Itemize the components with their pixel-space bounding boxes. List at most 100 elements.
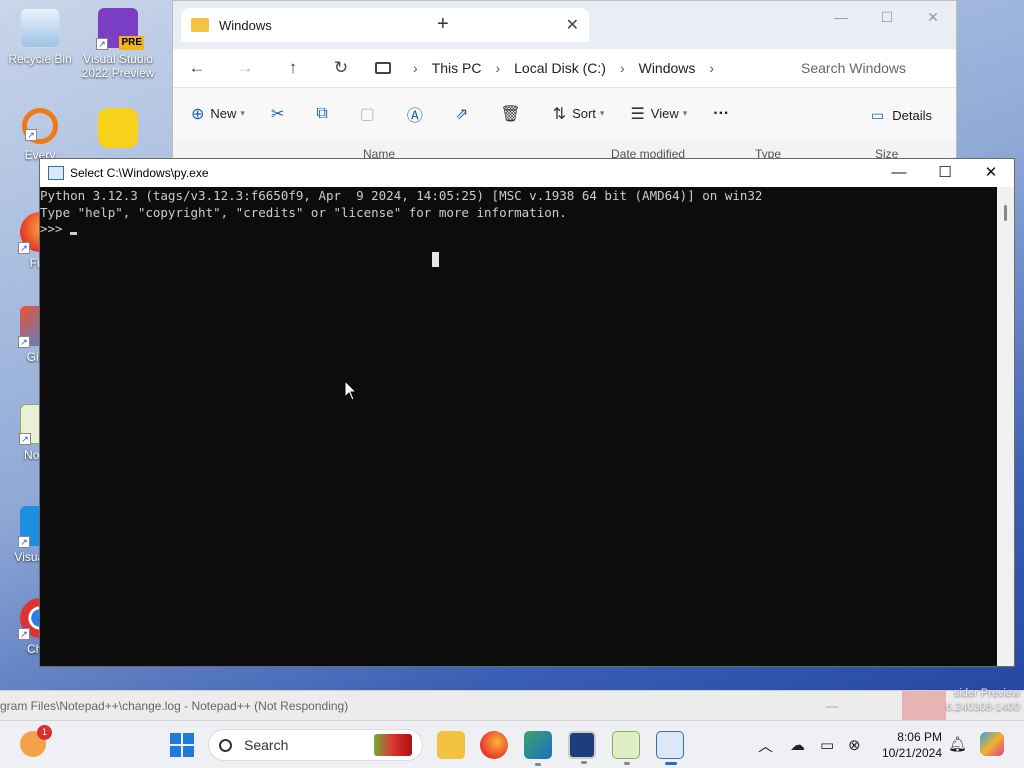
breadcrumb-windows[interactable]: Windows <box>639 60 696 76</box>
firefox-taskbar-icon[interactable] <box>480 731 508 759</box>
breadcrumb[interactable]: › This PC › Local Disk (C:) › Windows › <box>375 60 728 76</box>
breadcrumb-local-disk[interactable]: Local Disk (C:) <box>514 60 606 76</box>
console-prompt-line[interactable]: >>> <box>40 221 997 238</box>
start-button[interactable] <box>170 733 194 757</box>
scrollbar-thumb[interactable] <box>1004 205 1007 221</box>
more-options-button[interactable]: ··· <box>713 105 729 123</box>
chevron-right-icon: › <box>709 60 715 76</box>
copilot-icon[interactable] <box>980 732 1004 756</box>
shortcut-arrow-icon: ↗ <box>19 433 31 445</box>
onedrive-icon[interactable]: ☁ <box>790 721 805 768</box>
forward-button[interactable]: → <box>221 58 269 78</box>
file-explorer-taskbar-icon[interactable] <box>437 731 465 759</box>
minimize-button[interactable]: — <box>826 699 838 713</box>
copy-icon: ⧉ <box>316 104 328 122</box>
up-button[interactable]: ↑ <box>269 58 317 78</box>
share-button[interactable]: ⇗ <box>455 104 474 124</box>
python-console-taskbar-icon[interactable] <box>656 731 684 765</box>
minimize-button[interactable]: — <box>876 159 922 187</box>
shortcut-arrow-icon: ↗ <box>25 129 37 141</box>
scissors-icon: ✂ <box>270 105 285 123</box>
folder-icon <box>191 18 209 32</box>
console-output[interactable]: Python 3.12.3 (tags/v3.12.3:f6650f9, Apr… <box>40 187 997 666</box>
sort-label: Sort <box>572 106 596 121</box>
notepad-plus-taskbar-icon[interactable] <box>612 731 640 765</box>
desktop-icon-label: Visual Studio 2022 Preview <box>81 52 155 80</box>
console-window-controls: — ☐ ✕ <box>876 159 1014 187</box>
search-label: Search <box>244 737 289 753</box>
display-icon[interactable]: ▭ <box>820 721 834 768</box>
sort-button[interactable]: ⇅ Sort ▾ <box>553 104 605 124</box>
desktop-icon-app-yellow[interactable] <box>80 108 156 152</box>
new-tab-button[interactable]: + <box>437 13 449 36</box>
desktop-icon-visual-studio[interactable]: ↗ PRE Visual Studio 2022 Preview <box>80 8 156 80</box>
list-view-icon: ☰ <box>630 105 645 123</box>
explorer-window-controls: — ☐ ✕ <box>818 1 956 33</box>
close-button[interactable] <box>902 691 946 720</box>
refresh-button[interactable]: ↻ <box>317 58 365 78</box>
windows-logo-icon <box>183 733 194 744</box>
console-titlebar[interactable]: Select C:\Windows\py.exe — ☐ ✕ <box>40 159 1014 187</box>
network-icon[interactable]: ⊗ <box>848 721 861 768</box>
details-label: Details <box>892 108 932 123</box>
back-button[interactable]: ← <box>173 58 221 78</box>
view-label: View <box>650 106 679 121</box>
windows-logo-icon <box>170 733 181 744</box>
lightning-app-icon <box>98 108 138 148</box>
notepad-plus-window-titlebar[interactable]: gram Files\Notepad++\change.log - Notepa… <box>0 690 1024 720</box>
view-button[interactable]: ☰ View ▾ <box>630 104 687 124</box>
console-scrollbar[interactable] <box>997 187 1014 666</box>
breadcrumb-this-pc[interactable]: This PC <box>432 60 482 76</box>
explorer-titlebar: Windows ✕ + — ☐ ✕ <box>173 1 956 49</box>
rename-button[interactable]: Ⓐ <box>407 102 429 126</box>
chevron-down-icon: ▾ <box>599 108 605 118</box>
clock-time: 8:06 PM <box>897 730 942 744</box>
close-button[interactable]: ✕ <box>910 1 956 33</box>
share-icon: ⇗ <box>454 105 469 123</box>
windows-logo-icon <box>183 746 194 757</box>
preview-badge: PRE <box>119 36 144 50</box>
trash-icon: 🗑 <box>500 105 521 123</box>
plus-circle-icon: ⊕ <box>191 105 205 123</box>
windows-logo-icon <box>170 746 181 757</box>
details-pane-button[interactable]: ▭ Details <box>871 107 932 124</box>
app-taskbar-icon[interactable] <box>568 731 596 764</box>
taskbar-search-box[interactable]: Search <box>208 729 423 761</box>
cut-button[interactable]: ✂ <box>271 104 290 124</box>
shortcut-arrow-icon: ↗ <box>18 628 30 640</box>
show-hidden-icons-chevron-up-icon[interactable]: ︿ <box>758 721 773 768</box>
text-cursor <box>70 232 78 235</box>
notepad-plus-title: gram Files\Notepad++\change.log - Notepa… <box>0 698 349 713</box>
search-input[interactable]: Search Windows <box>801 60 906 76</box>
explorer-tab[interactable]: Windows ✕ <box>181 8 589 42</box>
more-icon: ··· <box>713 104 730 122</box>
tab-close-icon[interactable]: ✕ <box>566 15 579 35</box>
desktop-icon-recycle-bin[interactable]: Recycle Bin <box>2 8 78 66</box>
weather-widget-icon[interactable]: 1 <box>20 725 52 757</box>
delete-button[interactable]: 🗑 <box>500 104 526 124</box>
git-gui-taskbar-icon[interactable] <box>524 731 552 766</box>
selection-block-cursor <box>432 252 439 267</box>
sort-icon: ⇅ <box>552 105 567 123</box>
shortcut-arrow-icon: ↗ <box>18 536 30 548</box>
maximize-button[interactable]: ☐ <box>922 159 968 187</box>
new-button[interactable]: ⊕ New ▾ <box>191 104 245 124</box>
console-window[interactable]: Select C:\Windows\py.exe — ☐ ✕ Python 3.… <box>39 158 1015 667</box>
close-button[interactable]: ✕ <box>968 159 1014 187</box>
file-explorer-window[interactable]: Windows ✕ + — ☐ ✕ ← → ↑ ↻ › This PC › Lo… <box>172 0 957 161</box>
copy-button[interactable]: ⧉ <box>316 105 333 123</box>
clipboard-icon: ▢ <box>359 105 375 123</box>
watermark-line: 6.240308-1400 <box>945 701 1020 713</box>
search-highlight-icon <box>374 734 412 756</box>
desktop-icon-everything[interactable]: ↗ Every <box>2 108 78 162</box>
maximize-button[interactable]: ☐ <box>864 1 910 33</box>
notification-bell-icon[interactable]: 🔔︎ <box>948 735 967 753</box>
console-line: Type "help", "copyright", "credits" or "… <box>40 204 567 220</box>
mouse-pointer-icon <box>344 380 358 401</box>
clock-date: 10/21/2024 <box>881 746 942 760</box>
paste-button[interactable]: ▢ <box>360 104 381 124</box>
minimize-button[interactable]: — <box>818 1 864 33</box>
desktop-icon-label: Recycle Bin <box>8 52 72 66</box>
notification-badge: 1 <box>37 725 52 740</box>
clock[interactable]: 8:06 PM 10/21/2024 <box>870 729 942 761</box>
